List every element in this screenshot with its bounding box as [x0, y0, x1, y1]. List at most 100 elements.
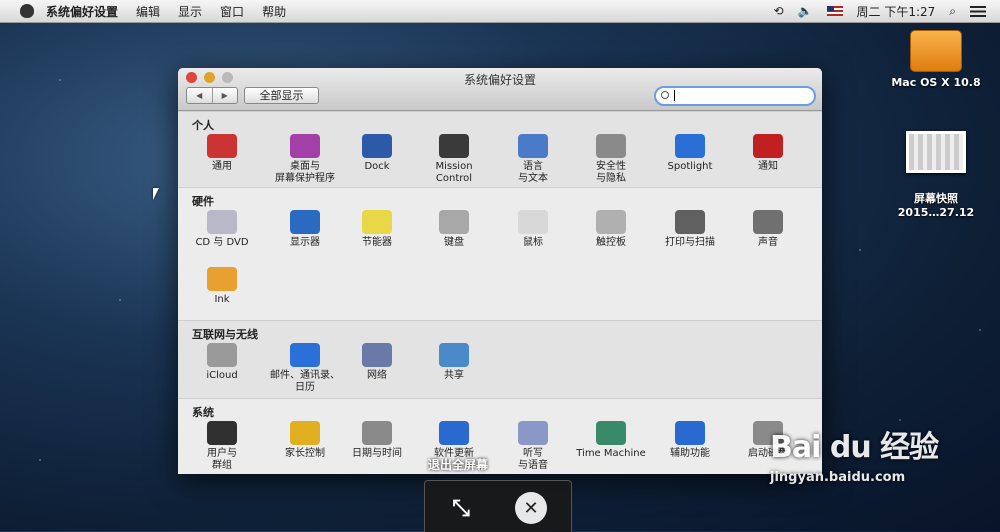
pref-pane[interactable]: 用户与 群组 — [183, 421, 261, 472]
watermark-url: jingyan.baidu.com — [770, 470, 906, 485]
pref-pane[interactable]: 桌面与 屏幕保护程序 — [266, 134, 344, 185]
pref-pane-label: Spotlight — [667, 161, 713, 172]
pref-pane[interactable]: 日期与时间 — [338, 421, 416, 460]
section-1: 硬件 CD 与 DVD 显示器 节能器 键盘 鼠标 触控板 打印与扫描 声音 Ink — [178, 187, 822, 321]
menu-clock[interactable]: 周二 下午1:27 — [857, 3, 936, 20]
spotlight-search-icon[interactable]: ⌕ — [949, 4, 956, 19]
show-all-button[interactable]: 全部显示 — [244, 87, 319, 104]
section-0: 个人 通用 桌面与 屏幕保护程序 Dock Mission Control 语言 与文本 安… — [178, 111, 822, 188]
keyboard-icon — [439, 210, 469, 234]
pref-pane[interactable]: 声音 — [729, 210, 807, 249]
pref-pane-label: 通知 — [758, 161, 778, 172]
pref-pane[interactable]: 网络 — [338, 343, 416, 382]
dictation-icon — [518, 421, 548, 445]
section-2: 互联网与无线 iCloud 邮件、通讯录、 日历 网络 共享 — [178, 320, 822, 399]
menu-app[interactable]: 系统偏好设置 — [46, 3, 118, 20]
menu-window[interactable]: 窗口 — [220, 3, 244, 20]
pref-pane-label: 键盘 — [444, 237, 464, 248]
fullscreen-control-bar: ⤡ ✕ — [424, 480, 572, 532]
security-icon — [596, 134, 626, 158]
pref-pane[interactable]: Time Machine — [572, 421, 650, 460]
pref-pane-label: 触控板 — [596, 237, 626, 248]
pref-pane-label: 声音 — [758, 237, 778, 248]
window-toolbar: 系统偏好设置 ◀ ▶ 全部显示 — [178, 68, 822, 111]
mouse-pointer — [153, 188, 163, 200]
section-title: 硬件 — [192, 195, 214, 208]
desktop-icon — [290, 134, 320, 158]
exit-fullscreen-label: 退出全屏幕 — [428, 458, 489, 472]
pref-pane[interactable]: 显示器 — [266, 210, 344, 249]
pref-pane[interactable]: 软件更新 — [415, 421, 493, 460]
pref-pane[interactable]: Dock — [338, 134, 416, 173]
language-icon — [518, 134, 548, 158]
pref-pane-label: 鼠标 — [523, 237, 543, 248]
pref-pane-label: 家长控制 — [285, 448, 325, 459]
menu-edit[interactable]: 编辑 — [136, 3, 160, 20]
pref-pane[interactable]: 邮件、通讯录、 日历 — [266, 343, 344, 394]
forward-button[interactable]: ▶ — [211, 88, 238, 103]
pref-pane[interactable]: Ink — [183, 267, 261, 306]
display-icon — [290, 210, 320, 234]
accessibility-icon — [675, 421, 705, 445]
time-machine-menu-icon[interactable]: ⟲ — [773, 4, 783, 18]
date-time-icon — [362, 421, 392, 445]
text-caret — [674, 90, 675, 101]
pref-pane-label: 共享 — [444, 370, 464, 381]
parental-control-icon — [290, 421, 320, 445]
pref-pane[interactable]: 语言 与文本 — [494, 134, 572, 185]
desktop-disk[interactable]: Mac OS X 10.8 — [888, 30, 984, 89]
notification-center-icon[interactable] — [970, 5, 986, 17]
desktop-disk-label: Mac OS X 10.8 — [891, 76, 981, 89]
pref-pane[interactable]: 辅助功能 — [651, 421, 729, 460]
menu-help[interactable]: 帮助 — [262, 3, 286, 20]
notification-icon — [753, 134, 783, 158]
printer-icon — [675, 210, 705, 234]
hard-disk-icon — [910, 30, 962, 72]
pref-pane[interactable]: 通知 — [729, 134, 807, 173]
menu-view[interactable]: 显示 — [178, 3, 202, 20]
pref-pane[interactable]: 听写 与语音 — [494, 421, 572, 472]
general-icon — [207, 134, 237, 158]
users-icon — [207, 421, 237, 445]
back-button[interactable]: ◀ — [187, 88, 212, 103]
pref-pane[interactable]: CD 与 DVD — [183, 210, 261, 249]
pref-pane-label: 节能器 — [362, 237, 392, 248]
pref-pane-label: 通用 — [212, 161, 232, 172]
menu-bar: 系统偏好设置 编辑 显示 窗口 帮助 ⟲ 🔈 周二 下午1:27 ⌕ — [0, 0, 1000, 23]
back-forward-buttons: ◀ ▶ — [186, 87, 238, 104]
mail-icon — [290, 343, 320, 367]
sharing-icon — [439, 343, 469, 367]
pref-pane[interactable]: Spotlight — [651, 134, 729, 173]
pref-pane[interactable]: 触控板 — [572, 210, 650, 249]
pref-pane-label: 日期与时间 — [352, 448, 402, 459]
apple-menu-icon[interactable] — [20, 4, 34, 18]
desktop-screenshot-label: 屏幕快照 2015…27.12 — [897, 192, 975, 219]
pref-pane[interactable]: 共享 — [415, 343, 493, 382]
input-source-flag-icon[interactable] — [826, 6, 843, 16]
mission-control-icon — [439, 134, 469, 158]
search-input[interactable] — [654, 86, 816, 106]
volume-icon[interactable]: 🔈 — [798, 4, 813, 18]
network-icon — [362, 343, 392, 367]
trackpad-icon — [596, 210, 626, 234]
exit-fullscreen-icon[interactable]: ⤡ — [445, 492, 477, 524]
pref-pane-label: 邮件、通讯录、 日历 — [270, 370, 340, 393]
pref-pane[interactable]: 节能器 — [338, 210, 416, 249]
pref-pane[interactable]: 打印与扫描 — [651, 210, 729, 249]
sound-icon — [753, 210, 783, 234]
pref-pane-label: 安全性 与隐私 — [596, 161, 626, 184]
pref-pane[interactable]: 安全性 与隐私 — [572, 134, 650, 185]
close-overlay-icon[interactable]: ✕ — [515, 492, 547, 524]
cd-dvd-icon — [207, 210, 237, 234]
desktop-screenshot[interactable]: 屏幕快照 2015…27.12 — [888, 118, 984, 232]
section-title: 互联网与无线 — [192, 328, 258, 341]
pref-pane[interactable]: 通用 — [183, 134, 261, 173]
energy-saver-icon — [362, 210, 392, 234]
pref-pane-label: Dock — [364, 161, 390, 172]
pref-pane[interactable]: Mission Control — [415, 134, 493, 185]
pref-pane[interactable]: iCloud — [183, 343, 261, 382]
pref-pane[interactable]: 鼠标 — [494, 210, 572, 249]
pref-pane-label: 用户与 群组 — [207, 448, 237, 471]
pref-pane[interactable]: 键盘 — [415, 210, 493, 249]
pref-pane[interactable]: 家长控制 — [266, 421, 344, 460]
